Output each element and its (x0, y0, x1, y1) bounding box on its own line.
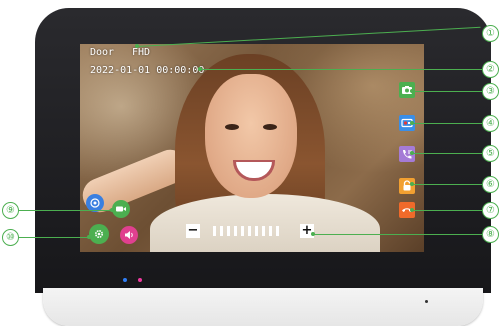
callout-line-8 (313, 234, 482, 235)
speaker-icon (125, 231, 133, 239)
callout-dot-3 (410, 89, 414, 93)
video-screen: Door FHD 2022-01-01 00:00:00 − + (80, 44, 424, 252)
visitor-eye-right (263, 124, 277, 130)
datetime-label: 2022-01-01 00:00:00 (90, 65, 205, 76)
volume-segment (220, 226, 223, 236)
callout-dot-8 (311, 232, 315, 236)
volume-segment (213, 226, 216, 236)
visitor-smile (233, 160, 275, 181)
visitor-eye-left (225, 124, 239, 130)
callout-line-6 (412, 184, 482, 185)
callout-dot-7 (410, 208, 414, 212)
callout-line-4 (412, 123, 482, 124)
volume-segment (241, 226, 244, 236)
callout-dot-10 (87, 235, 91, 239)
settings-button[interactable] (89, 224, 109, 244)
volume-segment (276, 226, 279, 236)
settings-icon (94, 229, 104, 239)
volume-segment (234, 226, 237, 236)
callout-dot-5 (410, 151, 414, 155)
unlock-button[interactable] (399, 178, 415, 194)
volume-segment (255, 226, 258, 236)
callout-10: ⑩ (2, 229, 19, 246)
volume-segment (227, 226, 230, 236)
video-quality-label: FHD (132, 47, 151, 58)
monitor-base (43, 288, 483, 326)
callout-7: ⑦ (482, 202, 499, 219)
callout-dot-4 (410, 121, 414, 125)
callout-line-2 (200, 69, 482, 70)
video-button[interactable] (112, 200, 130, 218)
callout-line-7 (412, 210, 482, 211)
callout-4: ④ (482, 115, 499, 132)
microphone-hole (425, 300, 428, 303)
callout-2: ② (482, 61, 499, 78)
volume-segment (248, 226, 251, 236)
callout-8: ⑧ (482, 226, 499, 243)
callout-dot-9 (110, 208, 114, 212)
video-icon (116, 206, 126, 212)
volume-segment (269, 226, 272, 236)
target-icon (90, 198, 100, 208)
status-led-blue (123, 278, 127, 282)
camera-source-label: Door (90, 47, 115, 58)
volume-down-button[interactable]: − (186, 224, 200, 238)
callout-line-3 (412, 91, 482, 92)
callout-9: ⑨ (2, 202, 19, 219)
callout-line-9 (19, 210, 112, 211)
visitor-face (205, 74, 297, 198)
callout-5: ⑤ (482, 145, 499, 162)
callout-line-5 (412, 153, 482, 154)
callout-line-10 (19, 237, 89, 238)
callout-6: ⑥ (482, 176, 499, 193)
callout-dot-1 (135, 44, 139, 48)
speaker-button[interactable] (120, 226, 138, 244)
callout-dot-6 (410, 182, 414, 186)
callout-3: ③ (482, 83, 499, 100)
callout-1: ① (482, 25, 499, 42)
callout-dot-2 (198, 67, 202, 71)
status-led-pink (138, 278, 142, 282)
volume-segment (262, 226, 265, 236)
